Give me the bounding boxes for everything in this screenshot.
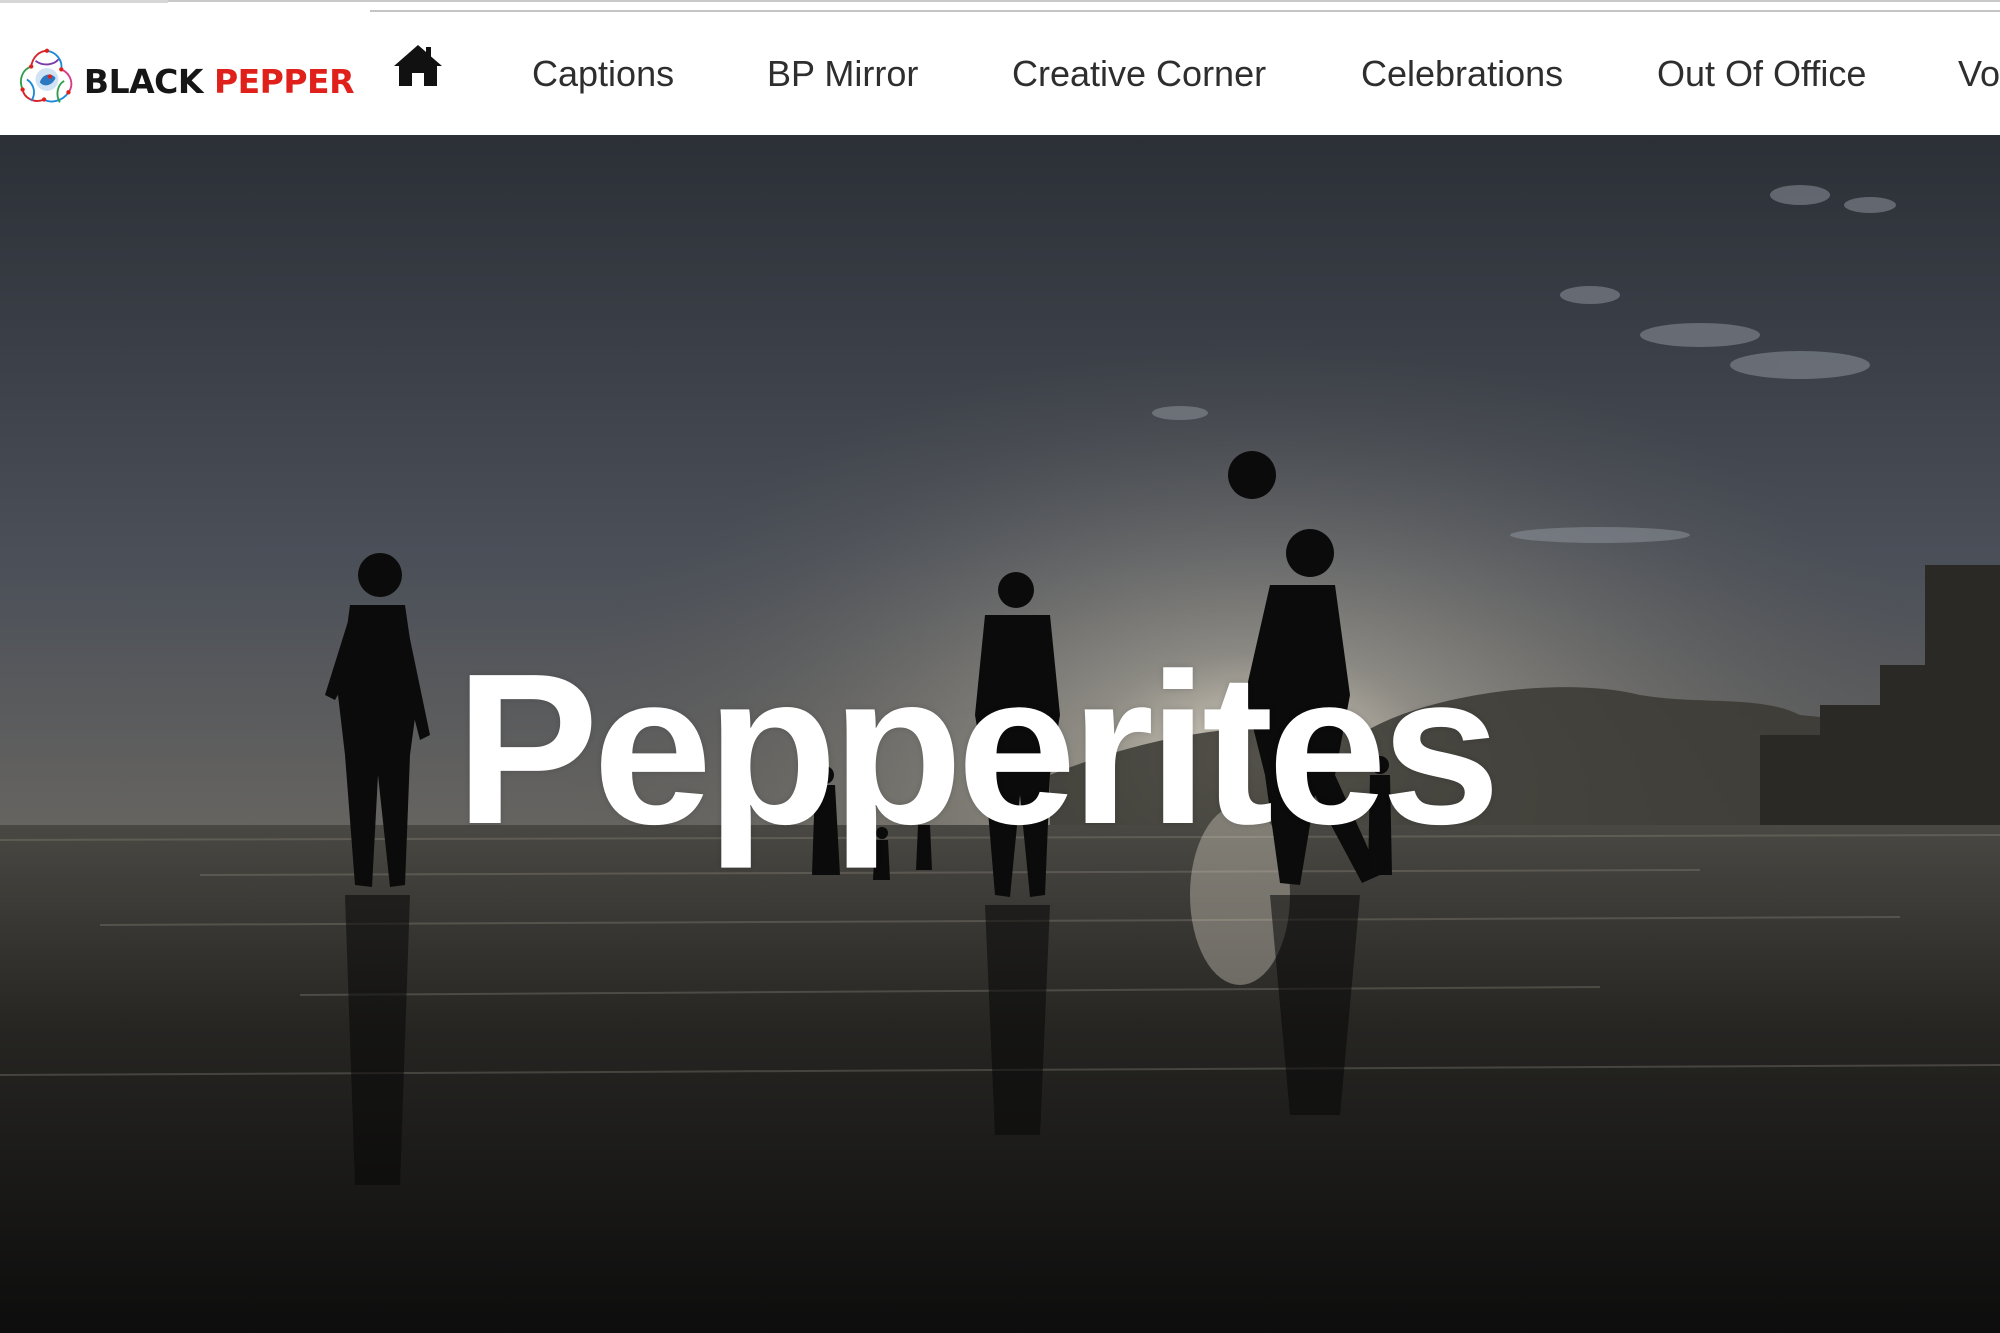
nav-item-celebrations[interactable]: Celebrations: [1361, 53, 1563, 95]
nav-item-vo[interactable]: Vo: [1958, 53, 2000, 95]
browser-divider: [168, 0, 2000, 2]
home-icon[interactable]: [392, 42, 444, 88]
browser-edge: [0, 0, 168, 3]
site-header: BLACK PEPPER Captions BP Mirror Creative…: [0, 18, 2000, 135]
nav-item-bp-mirror[interactable]: BP Mirror: [767, 53, 918, 95]
brand-wordmark: BLACK PEPPER: [83, 61, 355, 101]
hero-title: Pepperites: [455, 628, 1500, 869]
hero-banner: Pepperites: [0, 135, 2000, 1333]
nav-item-creative-corner[interactable]: Creative Corner: [1012, 53, 1266, 95]
brand-word-pepper: PEPPER: [213, 61, 355, 101]
browser-divider-2: [370, 10, 2000, 12]
main-navigation: Captions BP Mirror Creative Corner Celeb…: [370, 18, 2000, 135]
nav-item-captions[interactable]: Captions: [532, 53, 674, 95]
logo-mark-icon: [19, 48, 73, 103]
browser-top-strip: [0, 0, 2000, 18]
logo-link[interactable]: BLACK PEPPER: [14, 28, 355, 128]
brand-word-black: BLACK: [83, 61, 204, 101]
nav-item-out-of-office[interactable]: Out Of Office: [1657, 53, 1866, 95]
